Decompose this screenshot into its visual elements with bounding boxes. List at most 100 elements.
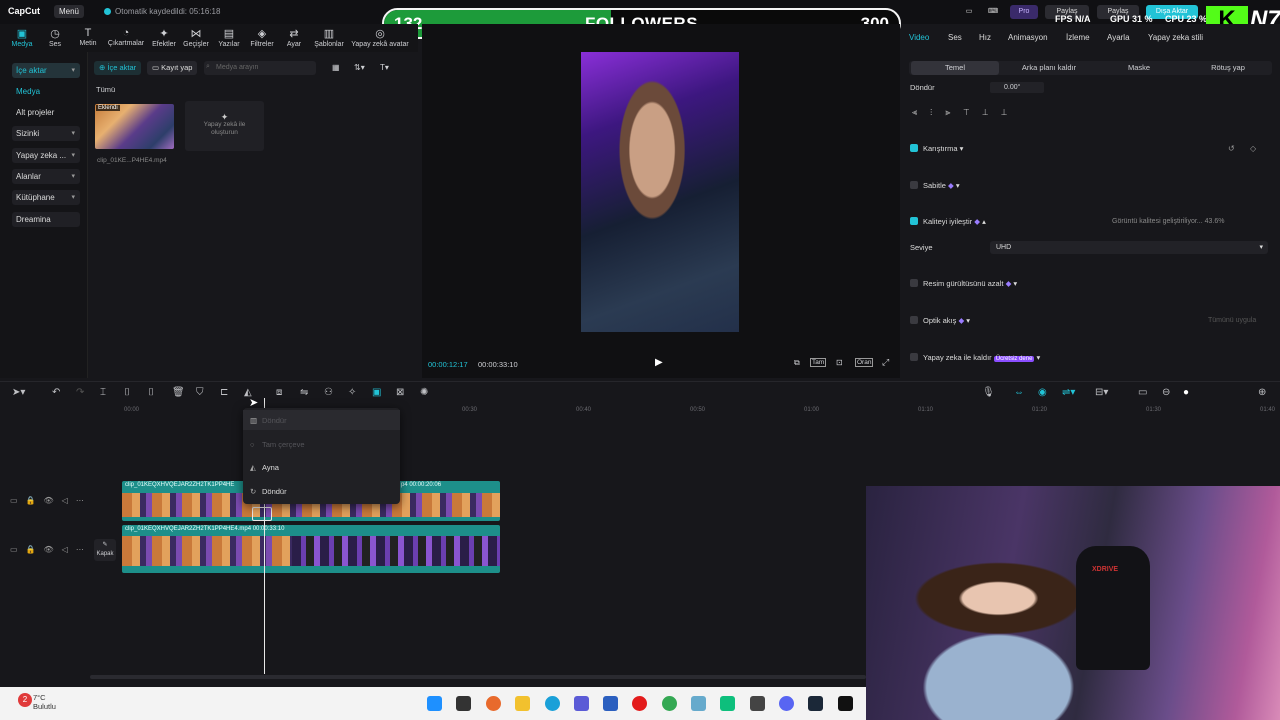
- blend-checkbox[interactable]: [910, 144, 918, 152]
- nav-yours[interactable]: Sizinki ▾: [12, 126, 80, 141]
- zoom-out-icon[interactable]: ⊖: [1162, 387, 1170, 398]
- tab-templates[interactable]: ▥ Şablonlar: [309, 27, 349, 48]
- ratio-button[interactable]: Oran: [855, 358, 874, 367]
- menu-item-rotate-disabled[interactable]: ▥ Döndür: [250, 416, 287, 425]
- subtab-mask[interactable]: Maske: [1094, 61, 1184, 75]
- ai-remove-row[interactable]: Yapay zeka ile kaldır Ücretsiz dene ▾: [910, 353, 1040, 362]
- shortcut-icon[interactable]: ⌨: [986, 5, 1000, 19]
- media-thumbnail[interactable]: Eklendi: [95, 104, 174, 149]
- keyframe-box[interactable]: [252, 507, 272, 521]
- record-button[interactable]: ▭ Kayıt yap: [147, 61, 198, 75]
- split-left-icon[interactable]: ⌷: [124, 387, 130, 398]
- enhance-checkbox[interactable]: [910, 217, 918, 225]
- windows-start-icon[interactable]: [427, 696, 442, 711]
- delete-icon[interactable]: 🗑: [172, 387, 185, 398]
- pro-button[interactable]: Pro: [1010, 5, 1038, 19]
- redo-icon[interactable]: ↷: [76, 387, 84, 398]
- steam-icon[interactable]: [808, 696, 823, 711]
- subtab-basic[interactable]: Temel: [911, 61, 999, 75]
- chrome-icon[interactable]: [662, 696, 677, 711]
- blend-row[interactable]: Karıştırma ▾: [910, 144, 963, 153]
- edge-icon[interactable]: [545, 696, 560, 711]
- tab-animation[interactable]: Animasyon: [1008, 33, 1048, 42]
- link-icon[interactable]: ⇔: [1014, 387, 1024, 398]
- fullscreen-fit-icon[interactable]: ⊡: [836, 358, 843, 367]
- tab-tracking[interactable]: İzleme: [1066, 33, 1090, 42]
- magic-icon[interactable]: ✧: [348, 387, 356, 398]
- layout-icon[interactable]: ▭: [962, 5, 976, 19]
- nav-subprojects[interactable]: Alt projeler: [12, 105, 80, 120]
- nav-import[interactable]: İçe aktar ▾: [12, 63, 80, 78]
- nav-media[interactable]: Medya: [12, 84, 80, 99]
- app-icon[interactable]: [486, 696, 501, 711]
- reverse-icon[interactable]: ⇋: [300, 387, 308, 398]
- grid-view-icon[interactable]: ▦: [332, 63, 340, 72]
- track-2-controls[interactable]: ▭🔒👁◁⋯: [10, 545, 92, 554]
- enhance-tool-icon[interactable]: ▣: [372, 387, 381, 398]
- app-icon-2[interactable]: [691, 696, 706, 711]
- tab-text[interactable]: T Metin: [68, 27, 108, 47]
- tab-ai-avatar[interactable]: ◎ Yapay zekâ avatar: [348, 27, 412, 48]
- enhance-row[interactable]: Kaliteyi iyileştir ◆ ▴: [910, 217, 986, 226]
- app-icon-3[interactable]: [720, 696, 735, 711]
- ai-remove-checkbox[interactable]: [910, 353, 918, 361]
- play-icon[interactable]: ▶: [655, 357, 663, 368]
- resize-icon[interactable]: ⊠: [396, 387, 404, 398]
- optical-row[interactable]: Optik akış ◆ ▾: [910, 316, 970, 325]
- ai-tool-icon[interactable]: ✺: [420, 387, 428, 398]
- fit-button[interactable]: Tam: [810, 358, 827, 367]
- sort-icon[interactable]: ⇅▾: [354, 63, 365, 72]
- menu-item-mirror[interactable]: ◭ Ayna: [250, 463, 279, 472]
- zoom-slider-handle[interactable]: ●: [1183, 387, 1189, 398]
- align-icons[interactable]: ⫷⫶⫸⊤⊥⊥: [912, 107, 1020, 118]
- weather-widget[interactable]: 7°C Bulutlu: [33, 693, 56, 711]
- video-preview[interactable]: [581, 52, 739, 332]
- stabilize-checkbox[interactable]: [910, 181, 918, 189]
- reset-icon[interactable]: ↺: [1228, 144, 1235, 153]
- rotate-input[interactable]: 0.00°: [990, 82, 1044, 93]
- app-icon-4[interactable]: [750, 696, 765, 711]
- tab-video[interactable]: Video: [909, 33, 929, 42]
- tab-adjust[interactable]: ⇄ Ayar: [274, 27, 314, 48]
- tab-ai-style[interactable]: Yapay zeka stili: [1148, 33, 1203, 42]
- import-button[interactable]: ⊕ İçe aktar: [94, 61, 142, 75]
- select-tool-icon[interactable]: ➤▾: [12, 387, 25, 398]
- nav-dreamina[interactable]: Dreamina: [12, 212, 80, 227]
- keyframe-icon[interactable]: ◇: [1250, 144, 1256, 153]
- split-right-icon[interactable]: ⌷: [148, 387, 154, 398]
- menu-item-fullframe[interactable]: ◌ Tam çerçeve: [250, 440, 305, 449]
- nav-ai[interactable]: Yapay zeka ... ▾: [12, 148, 80, 163]
- menu-button[interactable]: Menü: [54, 5, 84, 18]
- tab-speed[interactable]: Hız: [979, 33, 991, 42]
- phone-link-icon[interactable]: [603, 696, 618, 711]
- shield-icon[interactable]: ⛉: [196, 387, 204, 398]
- capcut-icon[interactable]: [838, 696, 853, 711]
- zoom-fit-icon[interactable]: ⊕: [1258, 387, 1266, 398]
- video-clip-main[interactable]: clip_01KEQXHVQEJAR2ZH2TK1PP4HE4.mp4 00:0…: [122, 525, 500, 573]
- split-icon[interactable]: ⌶: [100, 387, 106, 398]
- tab-stickers[interactable]: ◔ Çıkartmalar: [106, 27, 146, 47]
- denoise-checkbox[interactable]: [910, 279, 918, 287]
- cutout-icon[interactable]: ⚇: [324, 387, 333, 398]
- undo-icon[interactable]: ↶: [52, 387, 60, 398]
- denoise-row[interactable]: Resim gürültüsünü azalt ◆ ▾: [910, 279, 1017, 288]
- subtab-remove-bg[interactable]: Arka planı kaldır: [1004, 61, 1094, 75]
- level-select[interactable]: UHD ▾: [990, 241, 1268, 254]
- nav-library[interactable]: Kütüphane ▾: [12, 190, 80, 205]
- caption-icon[interactable]: ▭: [1138, 387, 1147, 398]
- tab-audio-props[interactable]: Ses: [948, 33, 962, 42]
- store-icon[interactable]: [574, 696, 589, 711]
- tab-adjust-props[interactable]: Ayarla: [1107, 33, 1130, 42]
- preview-axis-icon[interactable]: ⊟▾: [1095, 387, 1108, 398]
- discord-icon[interactable]: [779, 696, 794, 711]
- opera-icon[interactable]: [632, 696, 647, 711]
- subtab-retouch[interactable]: Rötuş yap: [1184, 61, 1272, 75]
- search-input[interactable]: Medya arayın: [204, 61, 316, 75]
- snapshot-icon[interactable]: ⧉: [794, 358, 800, 368]
- nav-spaces[interactable]: Alanlar ▾: [12, 169, 80, 184]
- filter-icon[interactable]: T▾: [380, 63, 389, 72]
- timeline-scrollbar[interactable]: [90, 675, 866, 679]
- microphone-icon[interactable]: 🎙: [982, 387, 995, 398]
- optical-checkbox[interactable]: [910, 316, 918, 324]
- file-explorer-icon[interactable]: [515, 696, 530, 711]
